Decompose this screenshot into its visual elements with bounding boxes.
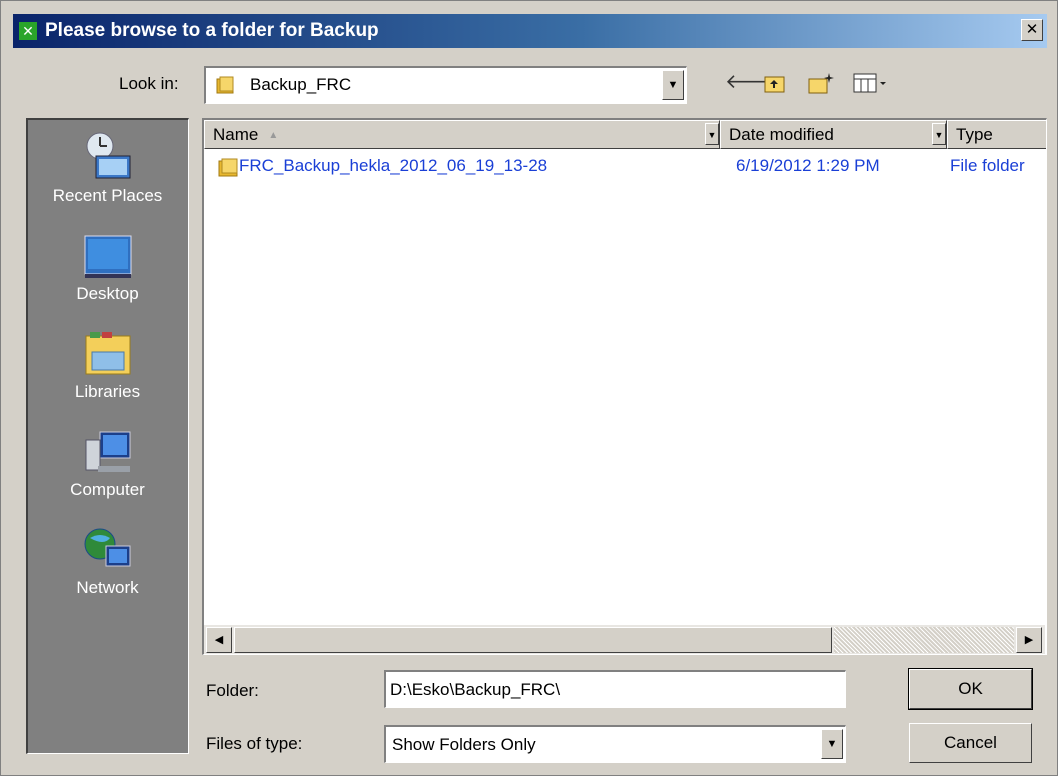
column-header-name[interactable]: Name ▲ ▼ <box>204 120 720 149</box>
file-list[interactable]: Name ▲ ▼ Date modified ▼ Type FRC_Backup_… <box>202 118 1047 655</box>
place-label: Computer <box>70 480 145 499</box>
place-desktop[interactable]: Desktop <box>28 232 187 304</box>
files-of-type-value: Show Folders Only <box>392 735 536 754</box>
scroll-track[interactable] <box>834 627 1014 653</box>
sort-ascending-icon: ▲ <box>268 130 279 141</box>
places-bar: Recent Places Desktop Libraries Computer… <box>26 118 189 754</box>
lookin-dropdown-button[interactable]: ▼ <box>662 70 684 100</box>
libraries-icon <box>85 332 130 375</box>
computer-icon <box>85 431 130 472</box>
ok-button[interactable]: OK <box>908 668 1033 710</box>
folder-input[interactable] <box>384 670 846 708</box>
file-row[interactable]: FRC_Backup_hekla_2012_06_19_13-28 6/19/2… <box>204 154 1046 180</box>
place-libraries[interactable]: Libraries <box>28 330 187 402</box>
folder-label: Folder: <box>206 681 259 700</box>
place-computer[interactable]: Computer <box>28 428 187 500</box>
column-label: Type <box>956 125 993 144</box>
files-of-type-combo[interactable]: Show Folders Only ▼ <box>384 725 846 763</box>
scroll-thumb[interactable] <box>234 627 832 653</box>
folder-icon <box>218 158 238 177</box>
browse-dialog: ✕ Please browse to a folder for Backup ✕… <box>0 0 1058 776</box>
place-label: Desktop <box>76 284 139 303</box>
place-recent-places[interactable]: Recent Places <box>28 130 187 206</box>
window-title: Please browse to a folder for Backup <box>45 20 379 41</box>
recent-places-icon <box>86 132 130 179</box>
place-label: Recent Places <box>52 186 163 205</box>
files-of-type-label: Files of type: <box>206 734 303 753</box>
horizontal-scrollbar[interactable]: ◀ ▶ <box>204 625 1045 654</box>
column-filter-button[interactable]: ▼ <box>705 123 719 145</box>
file-date-modified: 6/19/2012 1:29 PM <box>736 156 880 175</box>
column-label: Name <box>213 125 259 144</box>
desktop-icon <box>84 235 131 278</box>
lookin-label: Look in: <box>119 74 179 93</box>
column-filter-button[interactable]: ▼ <box>932 123 946 145</box>
views-menu-icon[interactable] <box>852 72 892 94</box>
scroll-left-button[interactable]: ◀ <box>206 627 232 653</box>
cancel-button[interactable]: Cancel <box>909 723 1032 763</box>
title-bar[interactable]: ✕ Please browse to a folder for Backup ✕ <box>13 14 1047 48</box>
network-icon <box>84 528 130 567</box>
app-icon: ✕ <box>19 22 37 40</box>
column-label: Date modified <box>729 125 834 144</box>
file-name: FRC_Backup_hekla_2012_06_19_13-28 <box>239 156 548 175</box>
close-button[interactable]: ✕ <box>1021 19 1043 41</box>
place-label: Network <box>76 578 139 597</box>
folder-icon <box>216 76 234 94</box>
lookin-combo[interactable]: Backup_FRC ▼ <box>204 66 687 104</box>
file-type: File folder <box>950 156 1025 175</box>
place-label: Libraries <box>74 382 141 401</box>
up-one-level-icon[interactable] <box>763 72 787 94</box>
place-network[interactable]: Network <box>28 526 187 598</box>
lookin-value: Backup_FRC <box>250 75 352 94</box>
column-header-type[interactable]: Type <box>947 120 1046 149</box>
files-of-type-dropdown-button[interactable]: ▼ <box>821 729 843 759</box>
column-header-date-modified[interactable]: Date modified ▼ <box>720 120 947 149</box>
new-folder-icon[interactable] <box>807 72 835 96</box>
scroll-right-button[interactable]: ▶ <box>1016 627 1042 653</box>
